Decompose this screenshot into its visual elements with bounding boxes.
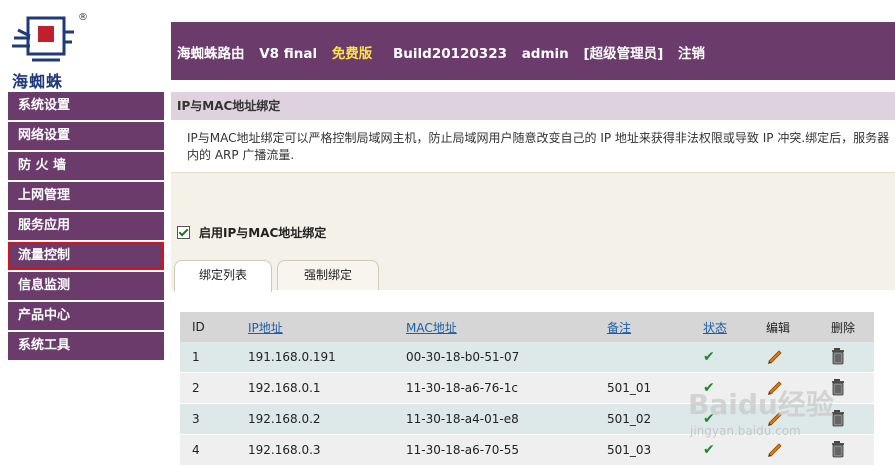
col-edit: 编辑 xyxy=(754,312,819,342)
build: Build20120323 xyxy=(393,46,507,62)
col-status-sort-link[interactable]: 状态 xyxy=(691,312,754,342)
enable-binding-checkbox[interactable] xyxy=(177,226,190,239)
cell-mac: 11-30-18-a6-76-1c xyxy=(394,372,595,404)
sidebar-item-system-tools[interactable]: 系统工具 xyxy=(8,332,164,360)
pencil-edit-icon[interactable] xyxy=(766,348,784,364)
col-id: ID xyxy=(180,312,236,342)
tab-binding-list[interactable]: 绑定列表 xyxy=(174,260,272,292)
enabled-check-icon[interactable]: ✔ xyxy=(703,349,715,365)
cell-id: 3 xyxy=(180,403,236,435)
tab-force-binding[interactable]: 强制绑定 xyxy=(277,260,379,291)
cell-id: 1 xyxy=(180,342,236,373)
table-row: 1 191.168.0.191 00-30-18-b0-51-07 ✔ xyxy=(180,342,874,373)
cell-mac: 11-30-18-a4-01-e8 xyxy=(394,403,595,435)
table-header-row: ID IP地址 MAC地址 备注 状态 编辑 删除 xyxy=(180,312,874,342)
sidebar-item-service-apps[interactable]: 服务应用 xyxy=(8,212,164,240)
spider-logo-icon xyxy=(12,16,74,62)
pencil-edit-icon[interactable] xyxy=(766,441,784,457)
tab-bar: 绑定列表 强制绑定 xyxy=(171,258,895,292)
sidebar-item-network-settings[interactable]: 网络设置 xyxy=(8,122,164,150)
baidu-watermark-url: jingyan.baidu.com xyxy=(690,424,801,438)
cell-note: 501_01 xyxy=(595,372,691,404)
version: V8 final xyxy=(259,46,318,62)
user-role: [超级管理员] xyxy=(583,46,664,62)
edition-badge: 免费版 xyxy=(331,46,373,62)
col-ip-sort-link[interactable]: IP地址 xyxy=(236,312,394,342)
cell-ip: 191.168.0.191 xyxy=(236,342,394,373)
sidebar-item-info-monitor[interactable]: 信息监测 xyxy=(8,272,164,300)
enable-binding-label: 启用IP与MAC地址绑定 xyxy=(199,226,327,240)
sidebar-item-internet-management[interactable]: 上网管理 xyxy=(8,182,164,210)
description-box: IP与MAC地址绑定可以严格控制局域网主机，防止局域网用户随意改变自己的 IP … xyxy=(171,120,895,173)
cell-ip: 192.168.0.1 xyxy=(236,372,394,404)
sidebar: 系统设置 网络设置 防 火 墙 上网管理 服务应用 流量控制 信息监测 产品中心… xyxy=(8,92,164,362)
sidebar-item-firewall[interactable]: 防 火 墙 xyxy=(8,152,164,180)
sidebar-item-product-center[interactable]: 产品中心 xyxy=(8,302,164,330)
cell-id: 2 xyxy=(180,372,236,404)
cell-note: 501_02 xyxy=(595,403,691,435)
sidebar-item-traffic-control[interactable]: 流量控制 xyxy=(8,242,164,270)
enable-binding-option: 启用IP与MAC地址绑定 xyxy=(177,224,326,241)
description-line-1: IP与MAC地址绑定可以严格控制局域网主机，防止局域网用户随意改变自己的 IP … xyxy=(187,131,890,145)
registered-mark: ® xyxy=(78,12,88,23)
cell-ip: 192.168.0.2 xyxy=(236,403,394,435)
trash-delete-icon[interactable] xyxy=(831,347,847,365)
logo: ® 海蜘蛛 xyxy=(8,12,118,91)
trash-delete-icon[interactable] xyxy=(831,440,847,458)
cell-note xyxy=(595,342,691,373)
col-delete: 删除 xyxy=(819,312,874,342)
col-mac-sort-link[interactable]: MAC地址 xyxy=(394,312,595,342)
header-bar: 海蜘蛛路由 V8 final 免费版 Build20120323 admin [… xyxy=(171,22,895,80)
enabled-check-icon[interactable]: ✔ xyxy=(703,442,715,458)
sidebar-item-system-settings[interactable]: 系统设置 xyxy=(8,92,164,120)
cell-mac: 00-30-18-b0-51-07 xyxy=(394,342,595,373)
logout-link[interactable]: 注销 xyxy=(678,46,705,62)
brand-name: 海蜘蛛 xyxy=(12,72,64,91)
product-name: 海蜘蛛路由 xyxy=(177,46,245,62)
description-line-2: 内的 ARP 广播流量. xyxy=(187,148,295,162)
baidu-watermark: Baidu经验 xyxy=(688,388,834,421)
col-note-sort-link[interactable]: 备注 xyxy=(595,312,691,342)
username: admin xyxy=(521,46,569,62)
page-title: IP与MAC地址绑定 xyxy=(171,92,895,120)
